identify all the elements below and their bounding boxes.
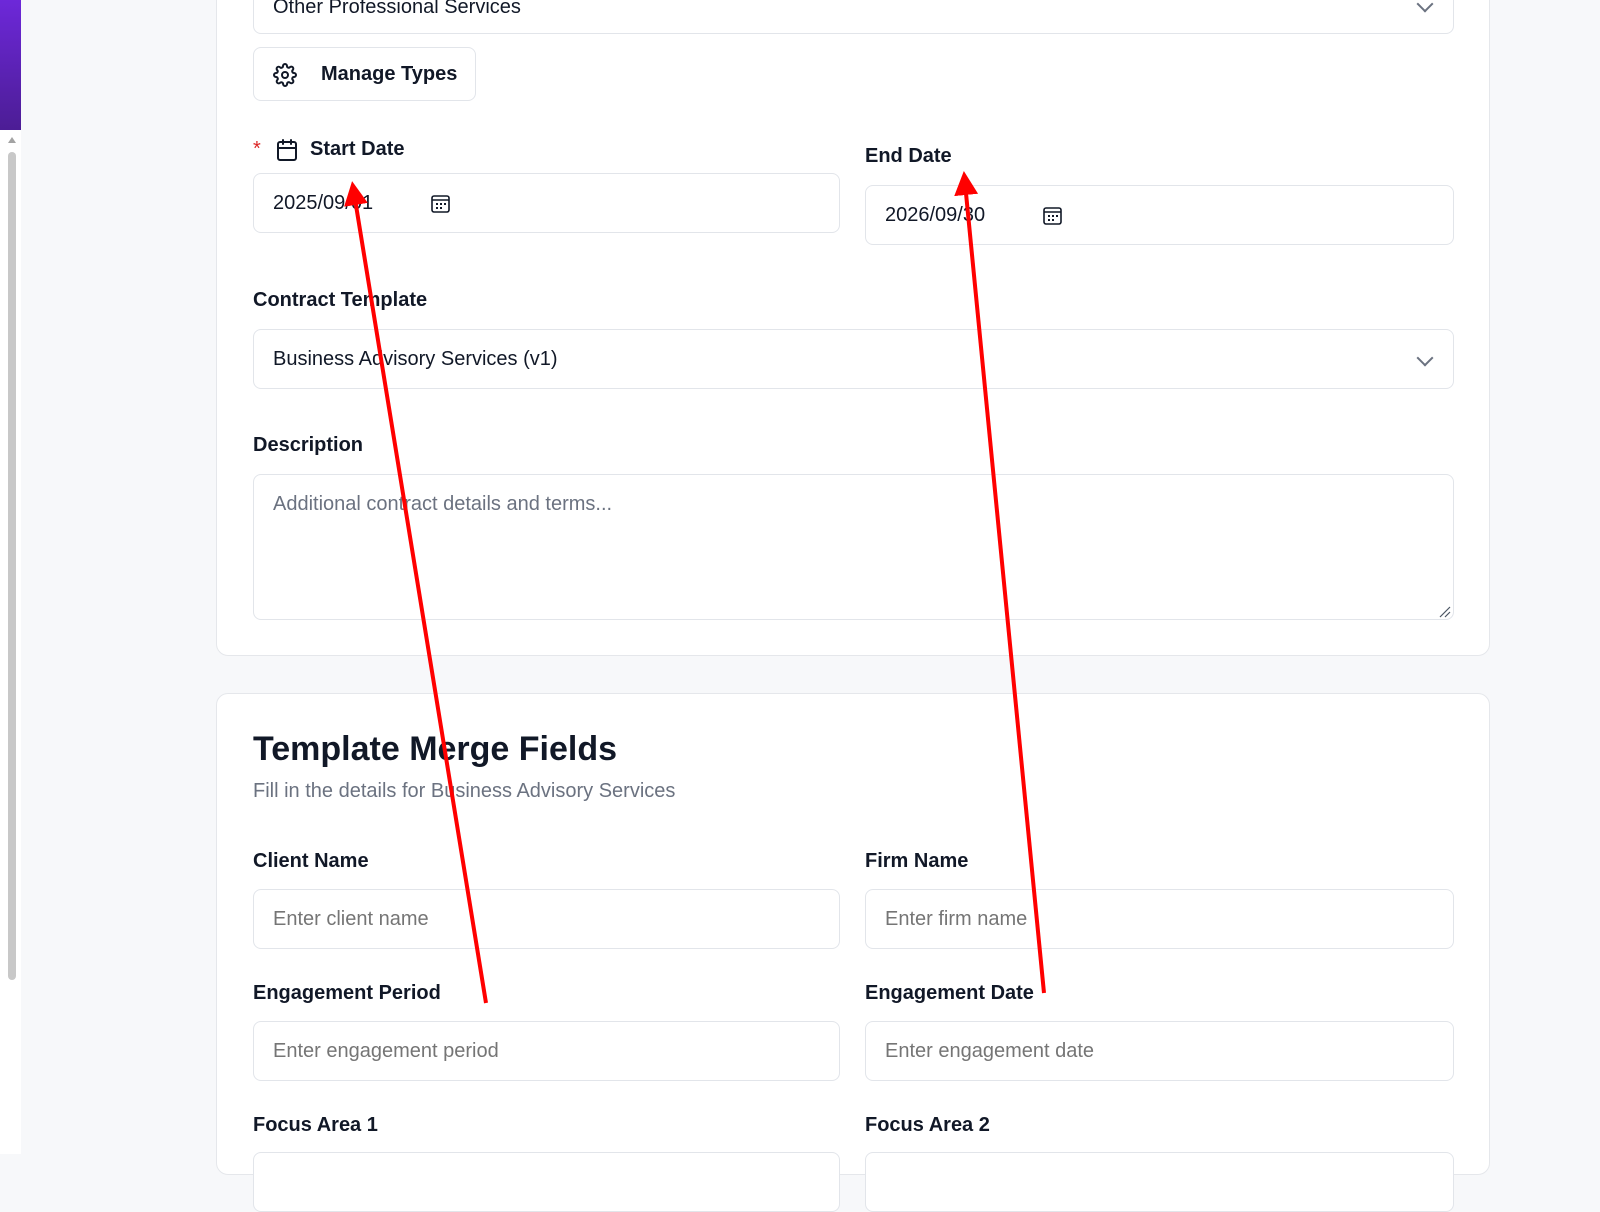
contract-template-label: Contract Template (253, 289, 428, 311)
contract-type-select[interactable]: Other Professional Services (253, 0, 1454, 34)
end-date-input[interactable]: 2026/09/30 (865, 185, 1454, 245)
start-date-value: 2025/09/01 (273, 191, 374, 214)
manage-types-button[interactable]: Manage Types (253, 47, 476, 101)
start-date-label: Start Date (310, 138, 405, 160)
sidebar-accent-bar (0, 0, 21, 130)
scroll-thumb[interactable] (8, 152, 16, 980)
calendar-grid-icon[interactable] (430, 193, 452, 215)
firm-name-input[interactable] (865, 889, 1454, 949)
merge-fields-title: Template Merge Fields (253, 730, 618, 768)
manage-types-label: Manage Types (321, 62, 458, 85)
firm-name-label: Firm Name (865, 850, 969, 872)
scroll-up-arrow-icon[interactable] (8, 137, 16, 143)
focus-area-2-label: Focus Area 2 (865, 1114, 990, 1136)
calendar-icon (275, 138, 299, 162)
engagement-period-label: Engagement Period (253, 982, 441, 1004)
contract-template-select[interactable]: Business Advisory Services (v1) (253, 329, 1454, 389)
calendar-grid-icon[interactable] (1042, 205, 1064, 227)
gear-icon (273, 63, 297, 87)
resize-handle-icon[interactable] (1439, 605, 1451, 618)
merge-fields-subtitle: Fill in the details for Business Advisor… (253, 780, 676, 802)
description-placeholder: Additional contract details and terms... (273, 493, 613, 515)
client-name-label: Client Name (253, 850, 369, 872)
engagement-date-label: Engagement Date (865, 982, 1034, 1004)
start-date-input[interactable]: 2025/09/01 (253, 173, 840, 233)
engagement-date-input[interactable] (865, 1021, 1454, 1081)
focus-area-1-label: Focus Area 1 (253, 1114, 378, 1136)
contract-type-selected: Other Professional Services (273, 0, 521, 18)
focus-area-2-input[interactable] (865, 1152, 1454, 1212)
engagement-period-input[interactable] (253, 1021, 840, 1081)
end-date-label: End Date (865, 145, 952, 167)
focus-area-1-input[interactable] (253, 1152, 840, 1212)
description-textarea[interactable]: Additional contract details and terms... (253, 474, 1454, 620)
client-name-input[interactable] (253, 889, 840, 949)
required-asterisk: * (253, 138, 261, 160)
contract-template-selected: Business Advisory Services (v1) (273, 347, 558, 370)
end-date-value: 2026/09/30 (885, 203, 986, 226)
description-label: Description (253, 434, 364, 456)
